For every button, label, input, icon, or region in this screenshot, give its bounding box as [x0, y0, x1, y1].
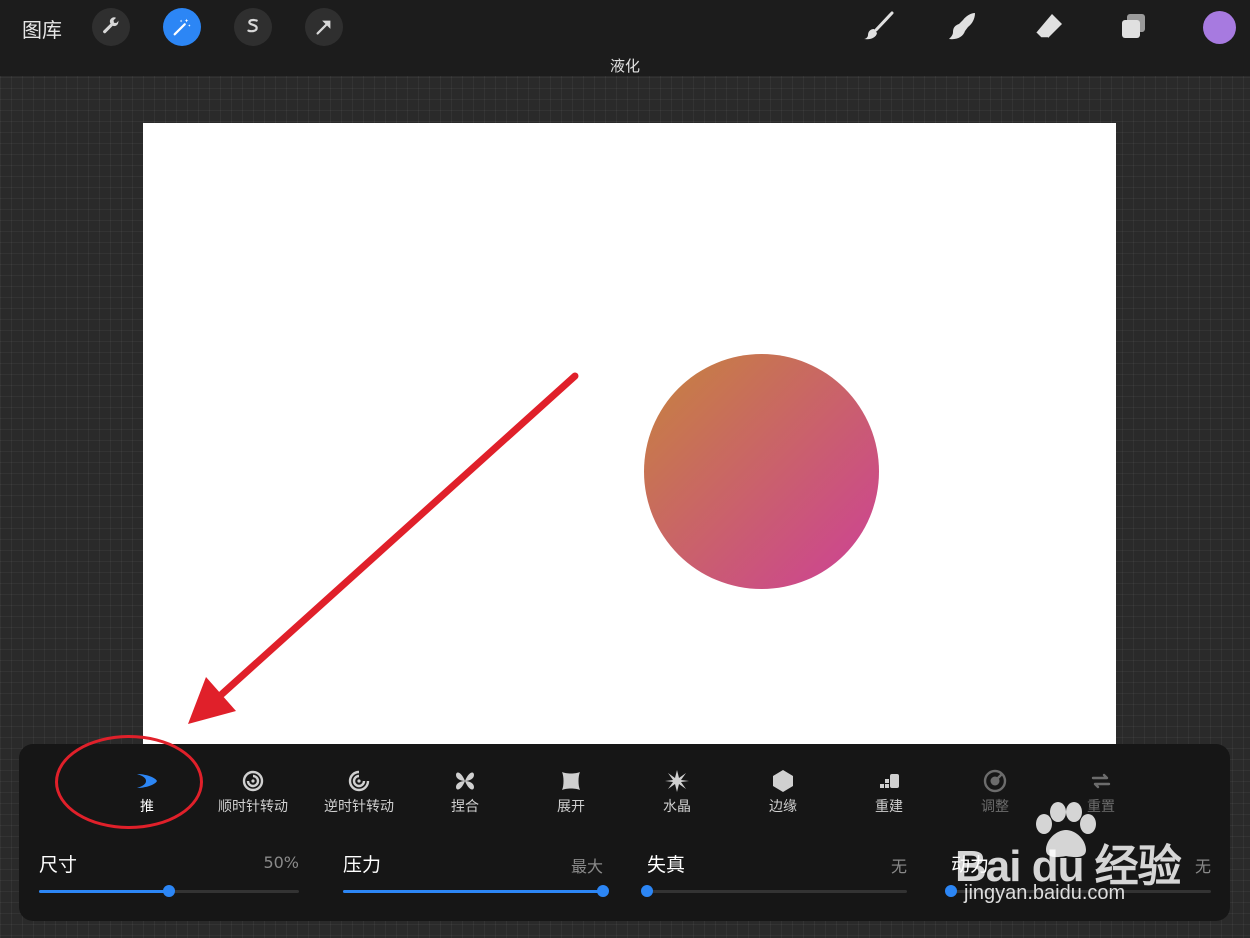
mode-twirl-left[interactable]: 逆时针转动 [307, 768, 411, 816]
slider-track[interactable] [343, 885, 609, 897]
mode-label: 水晶 [663, 799, 691, 815]
eraser-icon[interactable] [1030, 8, 1068, 46]
slider-value: 50% [263, 853, 299, 872]
twirl-left-icon [348, 770, 370, 792]
slider-fill [343, 890, 603, 893]
mode-crystals[interactable]: 水晶 [625, 768, 729, 816]
annotation-ellipse [55, 735, 203, 829]
color-picker-swatch[interactable] [1203, 11, 1236, 44]
mode-label: 重建 [875, 799, 903, 815]
adjust-icon [983, 769, 1007, 793]
twirl-right-icon [242, 770, 264, 792]
slider-fill [39, 890, 169, 893]
mode-edge[interactable]: 边缘 [731, 768, 835, 816]
slider-knob[interactable] [597, 885, 609, 897]
wrench-icon[interactable] [92, 8, 130, 46]
slider-value: 最大 [570, 857, 603, 876]
slider-knob[interactable] [163, 885, 175, 897]
mode-label: 逆时针转动 [324, 799, 394, 815]
expand-icon [562, 772, 580, 790]
brush-icon[interactable] [860, 8, 898, 46]
mode-label: 边缘 [769, 799, 797, 815]
watermark-url: jingyan.baidu.com [964, 882, 1126, 904]
mode-label: 展开 [557, 799, 585, 815]
baidu-watermark: Bai du 经验 jingyan.baidu.com [930, 800, 1230, 915]
mode-label: 顺时针转动 [218, 799, 288, 815]
slider-value: 无 [890, 857, 907, 876]
reconstruct-icon [880, 774, 899, 788]
slider-distortion[interactable]: 失真 无 [641, 850, 907, 902]
slider-name: 尺寸 [39, 854, 78, 876]
transform-arrow-icon[interactable] [305, 8, 343, 46]
mode-label: 捏合 [451, 799, 479, 815]
mode-reconstruct[interactable]: 重建 [837, 768, 941, 816]
drawing-canvas[interactable] [143, 123, 1116, 745]
gradient-circle [644, 354, 879, 589]
mode-expand[interactable]: 展开 [519, 768, 623, 816]
slider-track[interactable] [39, 885, 299, 897]
slider-pressure[interactable]: 压力 最大 [343, 850, 609, 902]
smudge-icon[interactable] [945, 8, 983, 46]
reset-icon [1091, 773, 1111, 789]
mode-twirl-right[interactable]: 顺时针转动 [201, 768, 305, 816]
layers-icon[interactable] [1115, 8, 1153, 46]
magic-wand-icon[interactable] [163, 8, 201, 46]
slider-name: 压力 [343, 854, 382, 876]
crystals-icon [665, 770, 689, 792]
slider-name: 失真 [647, 854, 686, 876]
edge-icon [773, 770, 793, 792]
gallery-button[interactable]: 图库 [22, 14, 62, 43]
mode-title: 液化 [609, 57, 640, 75]
pinch-icon [456, 772, 474, 790]
slider-size[interactable]: 尺寸 50% [39, 850, 299, 902]
mode-pinch[interactable]: 捏合 [413, 768, 517, 816]
slider-track[interactable] [641, 885, 907, 897]
slider-knob[interactable] [641, 885, 653, 897]
selection-icon[interactable] [234, 8, 272, 46]
